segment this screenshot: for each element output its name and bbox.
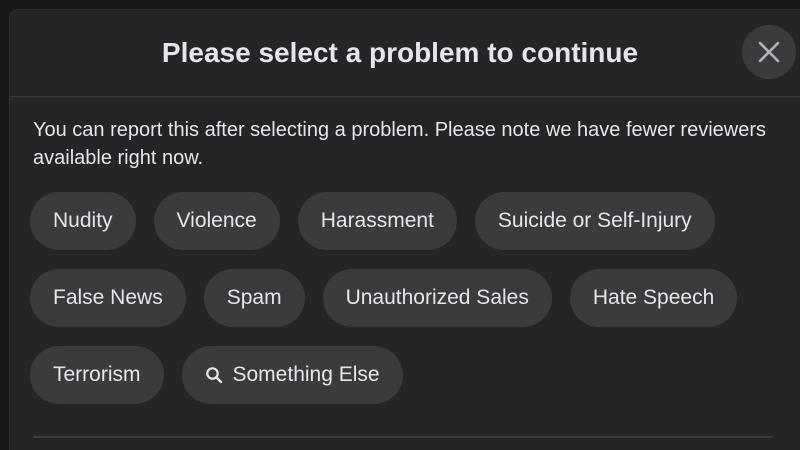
close-icon [758, 41, 780, 63]
problem-chip-unauthorized-sales[interactable]: Unauthorized Sales [322, 269, 552, 327]
problem-chip-something-else[interactable]: Something Else [181, 346, 403, 404]
problem-options: Nudity Violence Harassment Suicide or Se… [30, 192, 790, 423]
close-button[interactable] [742, 25, 796, 79]
problem-row: Nudity Violence Harassment Suicide or Se… [30, 192, 790, 250]
problem-chip-hate-speech[interactable]: Hate Speech [569, 269, 738, 327]
dialog-description: You can report this after selecting a pr… [33, 119, 766, 169]
search-icon [205, 366, 223, 384]
dialog-header: Please select a problem to continue [10, 10, 800, 97]
problem-chip-false-news[interactable]: False News [30, 269, 186, 327]
dialog-title: Please select a problem to continue [161, 37, 639, 68]
problem-chip-suicide-self-injury[interactable]: Suicide or Self-Injury [474, 192, 715, 250]
problem-chip-nudity[interactable]: Nudity [30, 192, 136, 250]
problem-chip-terrorism[interactable]: Terrorism [30, 346, 164, 404]
something-else-label: Something Else [232, 363, 380, 386]
problem-chip-violence[interactable]: Violence [153, 192, 280, 250]
problem-row: False News Spam Unauthorized Sales Hate … [30, 269, 790, 327]
problem-row: Terrorism Something Else [30, 346, 790, 404]
footer-divider [33, 436, 773, 438]
problem-chip-spam[interactable]: Spam [203, 269, 305, 327]
report-dialog: Please select a problem to continue You … [10, 10, 800, 450]
problem-chip-harassment[interactable]: Harassment [297, 192, 457, 250]
